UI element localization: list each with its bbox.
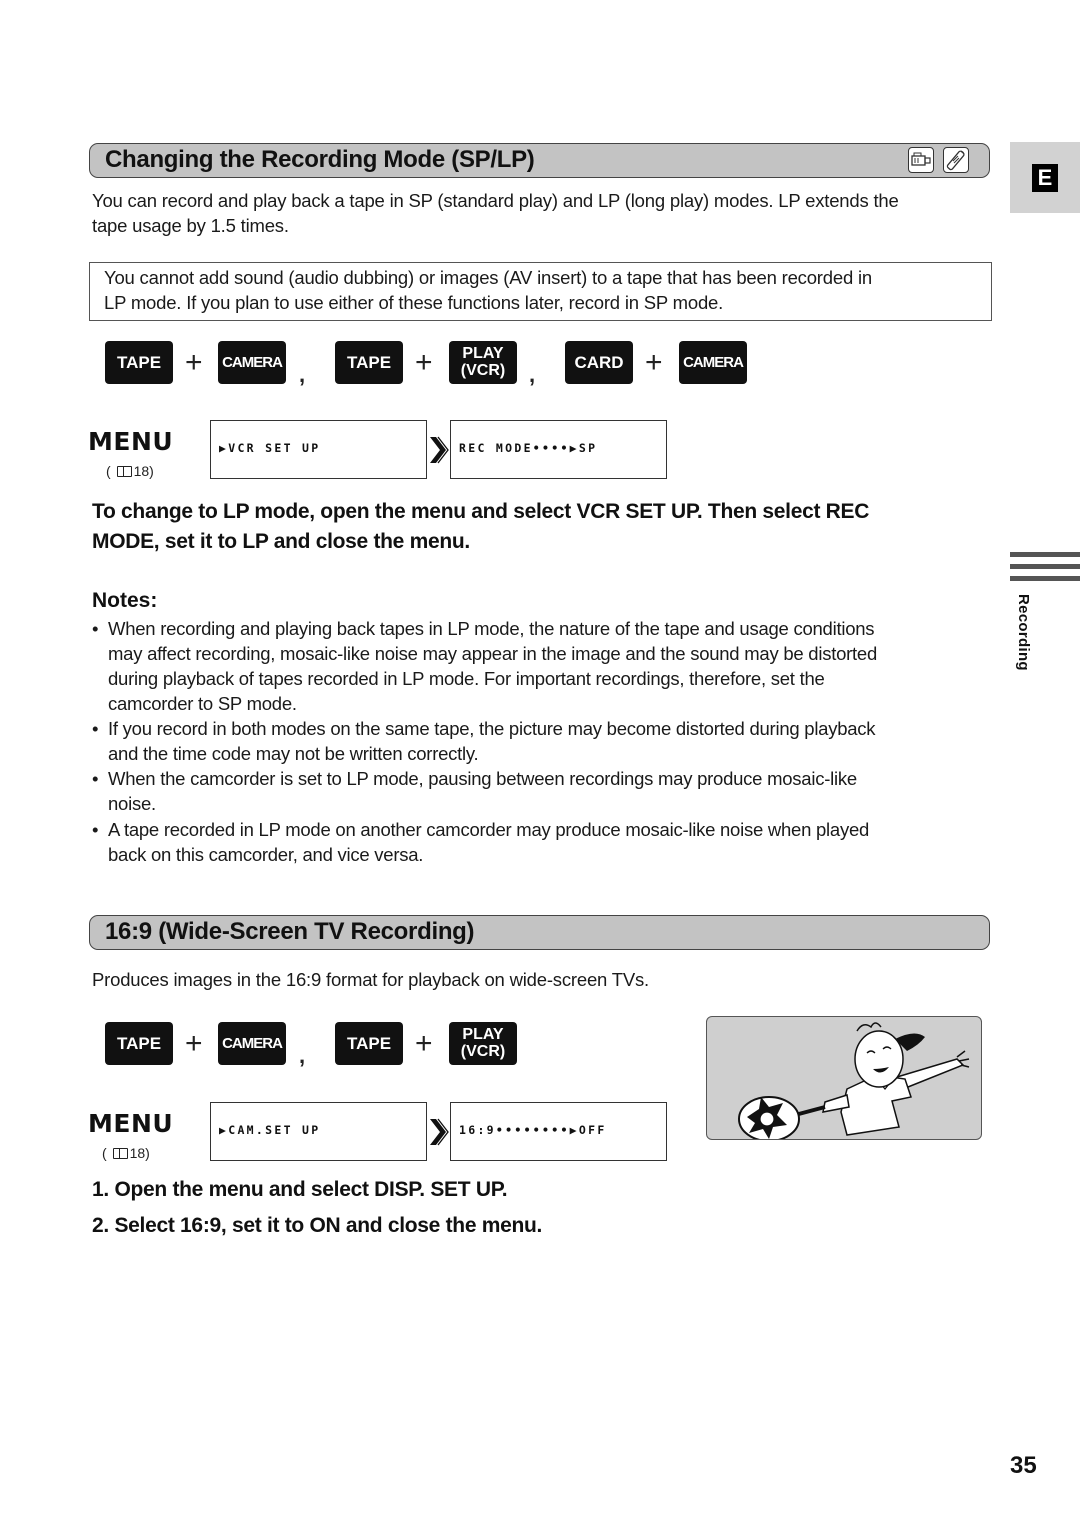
section-header-sp-lp: Changing the Recording Mode (SP/LP) xyxy=(89,143,990,178)
page-number: 35 xyxy=(1010,1452,1037,1479)
comma-separator: , xyxy=(299,362,306,387)
menu-screen-step2: REC MODE••••▶SP xyxy=(450,420,667,479)
menu-screen-step2: 16:9••••••••▶OFF xyxy=(450,1102,667,1161)
note-item: • When the camcorder is set to LP mode, p… xyxy=(92,768,857,814)
camera-mode-key: CAMERA xyxy=(218,1022,286,1065)
section-header-16-9: 16:9 (Wide-Screen TV Recording) xyxy=(89,915,990,950)
note-item: • If you record in both modes on the same… xyxy=(92,718,876,764)
menu-screen-step1: ▶VCR SET UP xyxy=(210,420,427,479)
comma-separator: , xyxy=(529,362,536,387)
tape-mode-key: TAPE xyxy=(335,341,403,384)
language-letter: E xyxy=(1032,164,1058,192)
note-item: • When recording and playing back tapes i… xyxy=(92,618,878,714)
plus-sign: + xyxy=(415,346,433,379)
plus-sign: + xyxy=(645,346,663,379)
plus-sign: + xyxy=(415,1027,433,1060)
chapter-stripe xyxy=(1010,552,1080,557)
card-mode-key: CARD xyxy=(565,341,633,384)
camera-mode-key: CAMERA xyxy=(218,341,286,384)
page-reference: ( 18) xyxy=(102,1145,150,1161)
section-intro: You can record and play back a tape in S… xyxy=(92,190,899,236)
language-tab: E xyxy=(1010,142,1080,213)
chapter-stripe xyxy=(1010,564,1080,569)
camcorder-icon xyxy=(908,147,934,173)
note-item: • A tape recorded in LP mode on another c… xyxy=(92,819,870,865)
caution-box: You cannot add sound (audio dubbing) or … xyxy=(89,262,992,321)
plus-sign: + xyxy=(185,346,203,379)
chapter-label: Recording xyxy=(1015,594,1032,671)
play-vcr-mode-key: PLAY (VCR) xyxy=(449,1022,517,1065)
page-reference: ( 18) xyxy=(106,463,154,479)
plus-sign: + xyxy=(185,1027,203,1060)
step-2: 2. Select 16:9, set it to ON and close t… xyxy=(92,1214,543,1237)
menu-label: MENU xyxy=(88,1109,174,1138)
camera-mode-key: CAMERA xyxy=(679,341,747,384)
tape-mode-key: TAPE xyxy=(105,1022,173,1065)
comma-separator: , xyxy=(299,1043,306,1068)
chevron-right-icon xyxy=(430,1118,449,1146)
chevron-right-icon xyxy=(430,436,449,464)
menu-label: MENU xyxy=(88,427,174,456)
tape-mode-key: TAPE xyxy=(105,341,173,384)
tape-mode-key: TAPE xyxy=(335,1022,403,1065)
play-vcr-mode-key: PLAY (VCR) xyxy=(449,341,517,384)
notes-heading: Notes: xyxy=(92,589,158,612)
book-icon xyxy=(116,466,132,477)
instruction-text: To change to LP mode, open the menu and … xyxy=(92,500,870,553)
chapter-stripe xyxy=(1010,576,1080,581)
section-title: 16:9 (Wide-Screen TV Recording) xyxy=(105,918,475,945)
remote-control-icon xyxy=(943,147,969,173)
book-icon xyxy=(112,1148,128,1159)
tennis-player-illustration xyxy=(706,1016,982,1140)
section-intro: Produces images in the 16:9 format for p… xyxy=(92,969,649,990)
step-1: 1. Open the menu and select DISP. SET UP… xyxy=(92,1178,508,1201)
section-title: Changing the Recording Mode (SP/LP) xyxy=(105,146,535,173)
menu-screen-step1: ▶CAM.SET UP xyxy=(210,1102,427,1161)
